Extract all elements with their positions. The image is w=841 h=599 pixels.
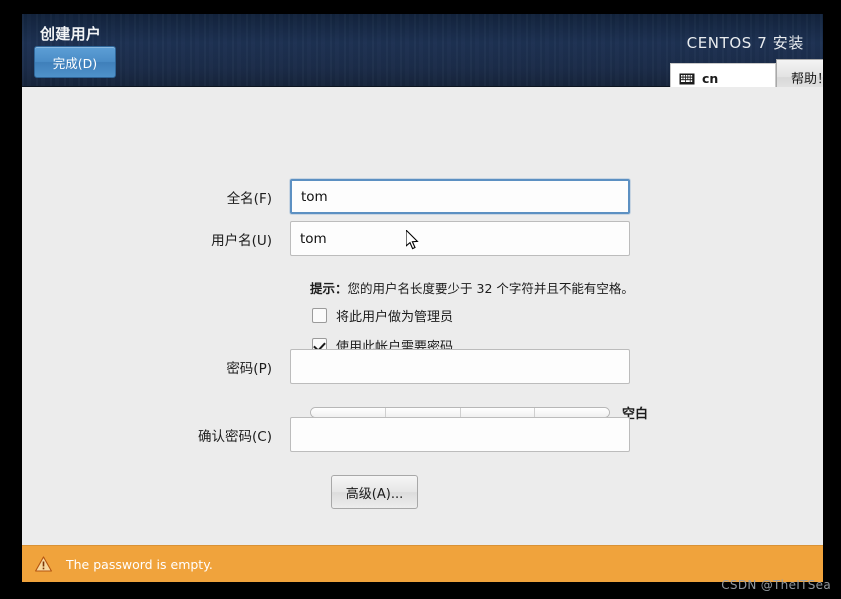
make-admin-checkbox[interactable] xyxy=(312,308,327,323)
advanced-button[interactable]: 高级(A)... xyxy=(331,475,418,509)
warning-message: The password is empty. xyxy=(66,556,213,572)
screen: 创建用户 完成(D) CENTOS 7 安装 cn 帮助 全名(F) tom 用… xyxy=(0,0,841,599)
user-creation-form: 全名(F) 用户名(U) 提示：您的用户名长度要少于 32 个字符并且不能有空格… xyxy=(22,87,823,547)
username-label: 用户名(U) xyxy=(211,232,272,249)
keyboard-layout-label: cn xyxy=(702,71,719,86)
done-button[interactable]: 完成(D) xyxy=(34,46,116,78)
password-input[interactable] xyxy=(290,349,630,384)
strength-segment xyxy=(385,408,461,417)
username-hint-prefix: 提示： xyxy=(310,281,348,296)
make-admin-checkbox-row[interactable]: 将此用户做为管理员 xyxy=(312,306,453,325)
fullname-row: 全名(F) xyxy=(22,179,630,214)
confirm-password-row: 确认密码(C) xyxy=(22,417,630,452)
product-title: CENTOS 7 安装 xyxy=(686,34,804,52)
strength-segment xyxy=(535,408,609,417)
fullname-label: 全名(F) xyxy=(226,190,272,207)
password-label: 密码(P) xyxy=(226,360,272,377)
make-admin-label: 将此用户做为管理员 xyxy=(336,310,454,325)
warning-triangle-icon xyxy=(35,556,52,572)
strength-segment xyxy=(460,408,536,417)
confirm-password-label: 确认密码(C) xyxy=(198,428,272,445)
username-hint-body: 您的用户名长度要少于 32 个字符并且不能有空格。 xyxy=(347,281,634,296)
username-row: 用户名(U) xyxy=(22,221,630,256)
strength-segment xyxy=(311,408,386,417)
warning-bar: The password is empty. xyxy=(22,545,823,582)
page-title: 创建用户 xyxy=(40,25,102,43)
watermark: CSDN @TheITSea xyxy=(721,578,831,592)
password-row: 密码(P) xyxy=(22,349,630,384)
installer-header: 创建用户 完成(D) CENTOS 7 安装 cn 帮助 xyxy=(22,14,823,95)
installer-window: 创建用户 完成(D) CENTOS 7 安装 cn 帮助 全名(F) tom 用… xyxy=(22,14,823,582)
confirm-password-input[interactable] xyxy=(290,417,630,452)
username-input[interactable] xyxy=(290,221,630,256)
fullname-input[interactable] xyxy=(290,179,630,214)
username-hint: 提示：您的用户名长度要少于 32 个字符并且不能有空格。 xyxy=(310,278,634,297)
keyboard-icon xyxy=(679,73,695,84)
